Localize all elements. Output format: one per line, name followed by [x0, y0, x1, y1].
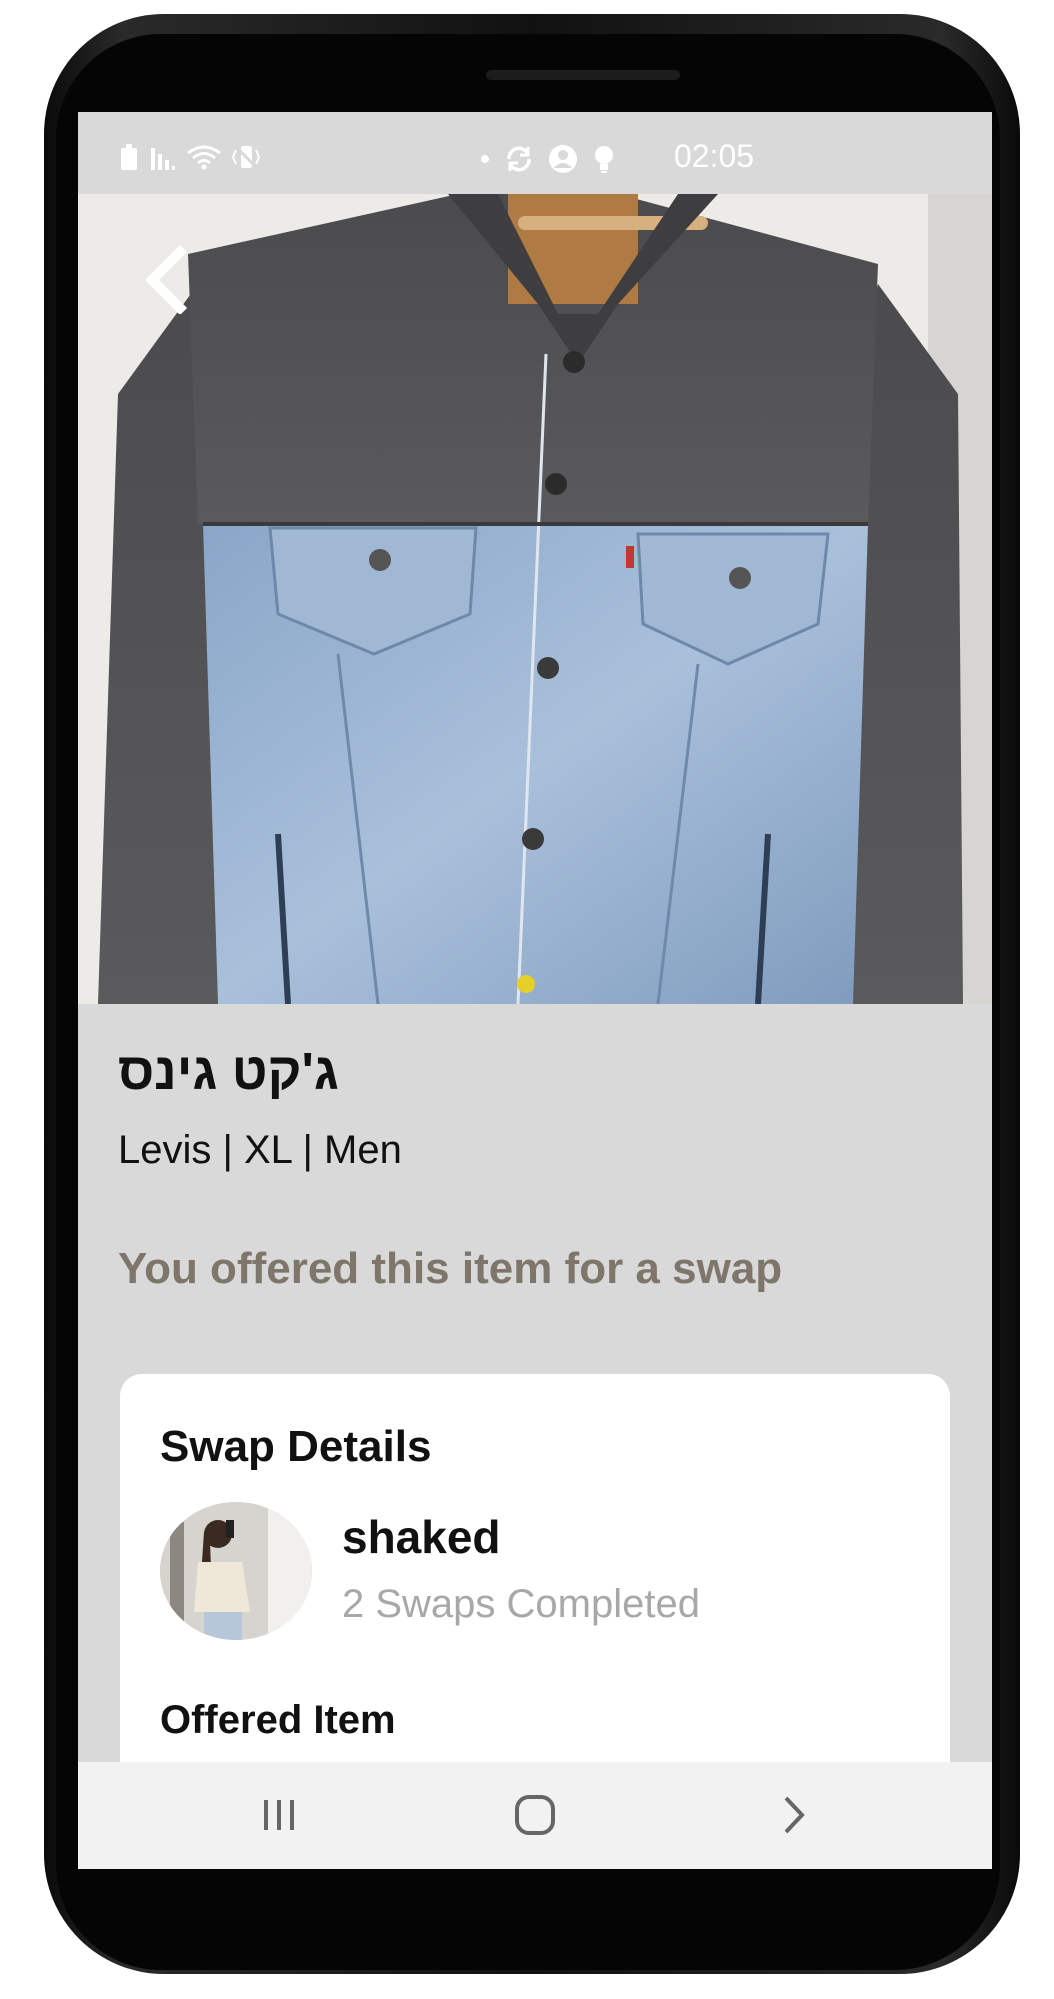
recents-icon[interactable]	[254, 1790, 304, 1840]
item-photo	[78, 194, 992, 1004]
app-screen: 02:05 ג'קט גינס Levis | XL | Men You off…	[78, 112, 992, 1869]
wifi-icon	[187, 145, 221, 170]
battery-icon	[121, 144, 137, 170]
dot-icon	[481, 155, 489, 163]
status-bar: 02:05	[78, 112, 992, 194]
navigation-bar	[78, 1762, 992, 1869]
item-title: ג'קט גינס	[118, 1043, 339, 1101]
vibrate-icon	[232, 144, 260, 170]
swap-details-heading: Swap Details	[160, 1422, 432, 1471]
user-name[interactable]: shaked	[342, 1510, 501, 1564]
home-icon[interactable]	[510, 1790, 560, 1840]
user-photo	[160, 1502, 312, 1640]
bulb-icon	[595, 146, 613, 173]
phone-speaker	[486, 70, 680, 80]
item-details: Levis | XL | Men	[118, 1128, 402, 1172]
account-icon	[549, 145, 577, 173]
sync-icon	[507, 146, 531, 172]
avatar[interactable]	[160, 1502, 312, 1640]
back-chevron-icon[interactable]	[768, 1790, 818, 1840]
signal-icon	[151, 148, 175, 170]
offered-item-heading: Offered Item	[160, 1698, 396, 1742]
back-arrow-icon[interactable]	[138, 244, 198, 314]
denim-jacket-image	[78, 194, 992, 1004]
swap-status-note: You offered this item for a swap	[118, 1244, 783, 1293]
swaps-completed: 2 Swaps Completed	[342, 1582, 700, 1626]
status-time: 02:05	[674, 138, 755, 174]
